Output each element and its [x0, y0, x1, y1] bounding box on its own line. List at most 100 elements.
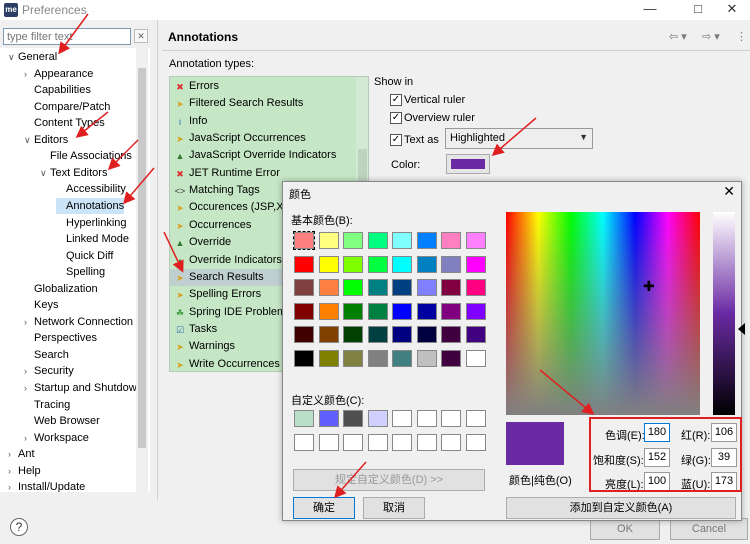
basic-color-swatch[interactable]	[318, 349, 339, 367]
basic-color-swatch[interactable]	[367, 255, 388, 273]
clear-filter-icon[interactable]: ✕	[134, 29, 148, 43]
chevron-right-icon[interactable]: ›	[24, 380, 34, 396]
basic-color-swatch[interactable]	[465, 349, 486, 367]
tree-item[interactable]: › Help	[8, 463, 41, 479]
tree-item[interactable]: ∨ Editors	[24, 132, 68, 148]
tree-scrollbar[interactable]	[136, 48, 148, 492]
dialog-close-icon[interactable]: ✕	[723, 183, 735, 200]
basic-color-swatch[interactable]	[318, 326, 339, 343]
tree-item[interactable]: Search	[24, 347, 69, 363]
chevron-right-icon[interactable]: ›	[8, 463, 18, 479]
tree-item[interactable]: Globalization	[24, 281, 98, 297]
basic-color-swatch[interactable]	[441, 326, 461, 343]
ok-button[interactable]: OK	[590, 518, 660, 540]
tree-item[interactable]: File Associations	[40, 148, 132, 164]
forward-icon[interactable]: ⇨ ▾	[702, 30, 720, 43]
basic-color-swatch[interactable]	[318, 302, 339, 320]
basic-color-swatch[interactable]	[416, 349, 437, 367]
basic-color-swatch[interactable]	[343, 279, 363, 296]
annotation-item[interactable]: ✖ JET Runtime Error	[170, 165, 356, 182]
tree-item[interactable]: › Appearance	[24, 66, 93, 82]
custom-color-swatch[interactable]	[367, 410, 388, 427]
basic-color-swatch[interactable]	[343, 255, 363, 273]
basic-color-swatch[interactable]	[343, 349, 363, 367]
custom-color-swatch[interactable]	[392, 410, 412, 427]
chevron-down-icon[interactable]: ∨	[8, 49, 18, 65]
tree-item[interactable]: › Network Connection	[24, 314, 133, 330]
basic-color-swatch[interactable]	[416, 279, 437, 296]
basic-color-swatch[interactable]	[392, 302, 412, 320]
custom-color-swatch[interactable]	[441, 410, 461, 427]
basic-color-swatch[interactable]	[343, 232, 363, 249]
text-as-select[interactable]: Highlighted ▼	[445, 128, 593, 149]
define-custom-button[interactable]: 规定自定义颜色(D) >>	[293, 469, 485, 491]
chevron-right-icon[interactable]: ›	[24, 363, 34, 379]
chevron-right-icon[interactable]: ›	[8, 446, 18, 462]
custom-color-swatch[interactable]	[343, 410, 363, 427]
custom-color-swatch[interactable]	[392, 433, 412, 451]
chevron-right-icon[interactable]: ›	[24, 314, 34, 330]
annotation-item[interactable]: i Info	[170, 113, 356, 130]
basic-color-swatch[interactable]	[294, 326, 314, 343]
basic-color-swatch[interactable]	[465, 232, 486, 249]
basic-color-swatch[interactable]	[367, 349, 388, 367]
tree-item[interactable]: ∨ General	[8, 49, 57, 65]
basic-color-swatch[interactable]	[416, 255, 437, 273]
tree-item[interactable]: › Workspace	[24, 430, 89, 446]
tree-item[interactable]: Web Browser	[24, 413, 100, 429]
basic-color-swatch[interactable]	[441, 232, 461, 249]
basic-color-swatch[interactable]	[343, 302, 363, 320]
overview-ruler-checkbox[interactable]: ✓	[390, 112, 402, 124]
basic-color-swatch[interactable]	[294, 279, 314, 296]
chevron-right-icon[interactable]: ›	[8, 479, 18, 492]
tree-item[interactable]: Content Types	[24, 115, 105, 131]
custom-color-swatch[interactable]	[294, 410, 314, 427]
tree-item[interactable]: Keys	[24, 297, 58, 313]
basic-color-swatch[interactable]	[318, 279, 339, 296]
tree-item[interactable]: ∨ Text Editors	[40, 165, 107, 181]
basic-color-swatch[interactable]	[343, 326, 363, 343]
basic-color-swatch[interactable]	[392, 232, 412, 249]
basic-color-swatch[interactable]	[367, 232, 388, 249]
tree-scroll-thumb[interactable]	[138, 68, 146, 448]
basic-color-swatch[interactable]	[294, 349, 314, 367]
basic-color-swatch[interactable]	[392, 255, 412, 273]
tree-item[interactable]: Tracing	[24, 397, 70, 413]
filter-input[interactable]	[3, 28, 131, 45]
basic-color-swatch[interactable]	[416, 232, 437, 249]
basic-color-swatch[interactable]	[416, 302, 437, 320]
tree-item[interactable]: Linked Mode	[56, 231, 129, 247]
custom-color-swatch[interactable]	[465, 433, 486, 451]
basic-color-swatch[interactable]	[367, 302, 388, 320]
basic-color-swatch[interactable]	[465, 279, 486, 296]
luminance-arrow-icon[interactable]	[738, 323, 745, 335]
annotation-item[interactable]: ➤ JavaScript Occurrences	[170, 130, 356, 147]
basic-color-swatch[interactable]	[392, 349, 412, 367]
luminance-slider[interactable]	[713, 212, 735, 415]
chevron-right-icon[interactable]: ›	[24, 430, 34, 446]
custom-color-swatch[interactable]	[318, 410, 339, 427]
chevron-right-icon[interactable]: ›	[24, 66, 34, 82]
basic-color-swatch[interactable]	[465, 255, 486, 273]
custom-color-swatch[interactable]	[416, 433, 437, 451]
basic-color-swatch[interactable]	[293, 231, 315, 250]
basic-color-swatch[interactable]	[392, 279, 412, 296]
chevron-down-icon[interactable]: ∨	[24, 132, 34, 148]
annotation-item[interactable]: ➤ Filtered Search Results	[170, 95, 356, 112]
menu-icon[interactable]: ⋮	[736, 30, 747, 43]
cancel-button[interactable]: Cancel	[670, 518, 748, 540]
dialog-ok-button[interactable]: 确定	[293, 497, 355, 519]
basic-color-swatch[interactable]	[294, 302, 314, 320]
basic-color-swatch[interactable]	[441, 255, 461, 273]
basic-color-swatch[interactable]	[294, 255, 314, 273]
tree-item[interactable]: Quick Diff	[56, 248, 113, 264]
custom-color-swatch[interactable]	[416, 410, 437, 427]
tree-item[interactable]: Capabilities	[24, 82, 91, 98]
basic-color-swatch[interactable]	[465, 302, 486, 320]
help-icon[interactable]: ?	[10, 518, 28, 536]
basic-color-swatch[interactable]	[318, 232, 339, 249]
basic-color-swatch[interactable]	[441, 279, 461, 296]
basic-color-swatch[interactable]	[441, 302, 461, 320]
annotation-item[interactable]: ▲ JavaScript Override Indicators	[170, 147, 356, 164]
tree-item[interactable]: › Ant	[8, 446, 35, 462]
